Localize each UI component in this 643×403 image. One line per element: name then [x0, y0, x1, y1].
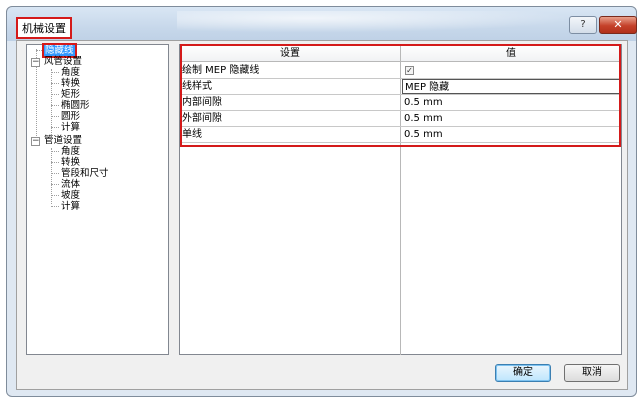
table-row[interactable]: 单线 0.5 mm: [180, 127, 621, 143]
tree-item-pipe-settings[interactable]: 管道设置: [44, 135, 82, 146]
tree-line-h: [51, 83, 59, 84]
ok-button[interactable]: 确定: [495, 364, 551, 382]
inside-gap-field[interactable]: 0.5 mm: [402, 95, 620, 110]
settings-grid: 设置 值 绘制 MEP 隐藏线 ✓ 线样式 MEP 隐藏 内部间隙 0.5 mm…: [179, 44, 622, 355]
tree-item-label: 隐藏线: [42, 43, 77, 58]
table-row[interactable]: 线样式 MEP 隐藏: [180, 79, 621, 95]
tree-line-h: [51, 151, 59, 152]
tree-item-label: 风管设置: [44, 56, 83, 67]
setting-name: 绘制 MEP 隐藏线: [182, 65, 260, 76]
tree-item-pipe-angle[interactable]: 角度: [61, 146, 80, 157]
table-row[interactable]: 外部间隙 0.5 mm: [180, 111, 621, 127]
tree-item-duct-rectangular[interactable]: 矩形: [61, 89, 80, 100]
help-button[interactable]: ?: [569, 16, 597, 34]
tree-line-duct: [51, 69, 52, 135]
tree-line-h0: [36, 50, 44, 51]
setting-name: 单线: [182, 129, 202, 140]
close-button[interactable]: ✕: [599, 16, 637, 34]
tree-item-label: 椭圆形: [61, 100, 90, 111]
table-row[interactable]: 绘制 MEP 隐藏线 ✓: [180, 63, 621, 79]
outside-gap-field[interactable]: 0.5 mm: [402, 111, 620, 126]
tree-item-label: 管段和尺寸: [61, 168, 109, 179]
tree-item-label: 矩形: [61, 89, 81, 100]
tree-item-label: 计算: [61, 122, 81, 133]
pipe-collapse-icon[interactable]: −: [31, 137, 40, 146]
tree-item-pipe-conversion[interactable]: 转换: [61, 157, 80, 168]
tree-item-label: 角度: [61, 146, 81, 157]
tree-item-label: 转换: [61, 157, 81, 168]
tree-line-h: [51, 184, 59, 185]
setting-value: ✓: [402, 63, 620, 78]
tree-item-duct-conversion[interactable]: 转换: [61, 78, 80, 89]
tree-line-h: [51, 206, 59, 207]
line-style-field[interactable]: MEP 隐藏: [402, 79, 620, 94]
tree-item-duct-calculation[interactable]: 计算: [61, 122, 80, 133]
column-header-value[interactable]: 值: [401, 45, 621, 62]
tree-item-pipe-segments-sizes[interactable]: 管段和尺寸: [61, 168, 109, 179]
duct-collapse-icon[interactable]: −: [31, 58, 40, 67]
tree-line-h: [51, 116, 59, 117]
tree-item-pipe-slope[interactable]: 坡度: [61, 190, 80, 201]
cancel-button[interactable]: 取消: [564, 364, 620, 382]
tree-item-label: 计算: [61, 201, 81, 212]
tree-item-label: 转换: [61, 78, 81, 89]
setting-name: 内部间隙: [182, 97, 222, 108]
tree-line-h: [51, 127, 59, 128]
tree-item-pipe-fluids[interactable]: 流体: [61, 179, 80, 190]
window-title: 机械设置: [16, 17, 72, 39]
setting-name: 线样式: [182, 81, 212, 92]
setting-name: 外部间隙: [182, 113, 222, 124]
tree-line-h: [51, 162, 59, 163]
tree-item-hidden-line[interactable]: 隐藏线: [42, 43, 77, 58]
tree-item-duct-angle[interactable]: 角度: [61, 67, 80, 78]
tree-line-h: [51, 94, 59, 95]
dialog-client-area: 隐藏线 − 风管设置 角度 转换 矩形 椭圆形 圆形 计算 − 管道设置 角度 …: [16, 40, 628, 390]
title-bar-gloss: [177, 11, 617, 35]
tree-item-label: 角度: [61, 67, 81, 78]
tree-item-label: 管道设置: [44, 135, 83, 146]
tree-item-label: 圆形: [61, 111, 81, 122]
single-line-field[interactable]: 0.5 mm: [402, 127, 620, 142]
tree-item-duct-settings[interactable]: 风管设置: [44, 56, 82, 67]
tree-item-label: 坡度: [61, 190, 81, 201]
tree-line-h: [51, 173, 59, 174]
draw-hidden-lines-checkbox[interactable]: ✓: [405, 66, 414, 75]
tree-line-h: [51, 105, 59, 106]
tree-line-h: [51, 195, 59, 196]
tree-item-duct-round[interactable]: 圆形: [61, 111, 80, 122]
settings-tree[interactable]: 隐藏线 − 风管设置 角度 转换 矩形 椭圆形 圆形 计算 − 管道设置 角度 …: [26, 43, 169, 355]
column-header-setting[interactable]: 设置: [180, 45, 400, 62]
tree-item-duct-oval[interactable]: 椭圆形: [61, 100, 90, 111]
tree-line-h: [51, 72, 59, 73]
tree-item-pipe-calculation[interactable]: 计算: [61, 201, 80, 212]
tree-item-label: 流体: [61, 179, 81, 190]
table-row[interactable]: 内部间隙 0.5 mm: [180, 95, 621, 111]
